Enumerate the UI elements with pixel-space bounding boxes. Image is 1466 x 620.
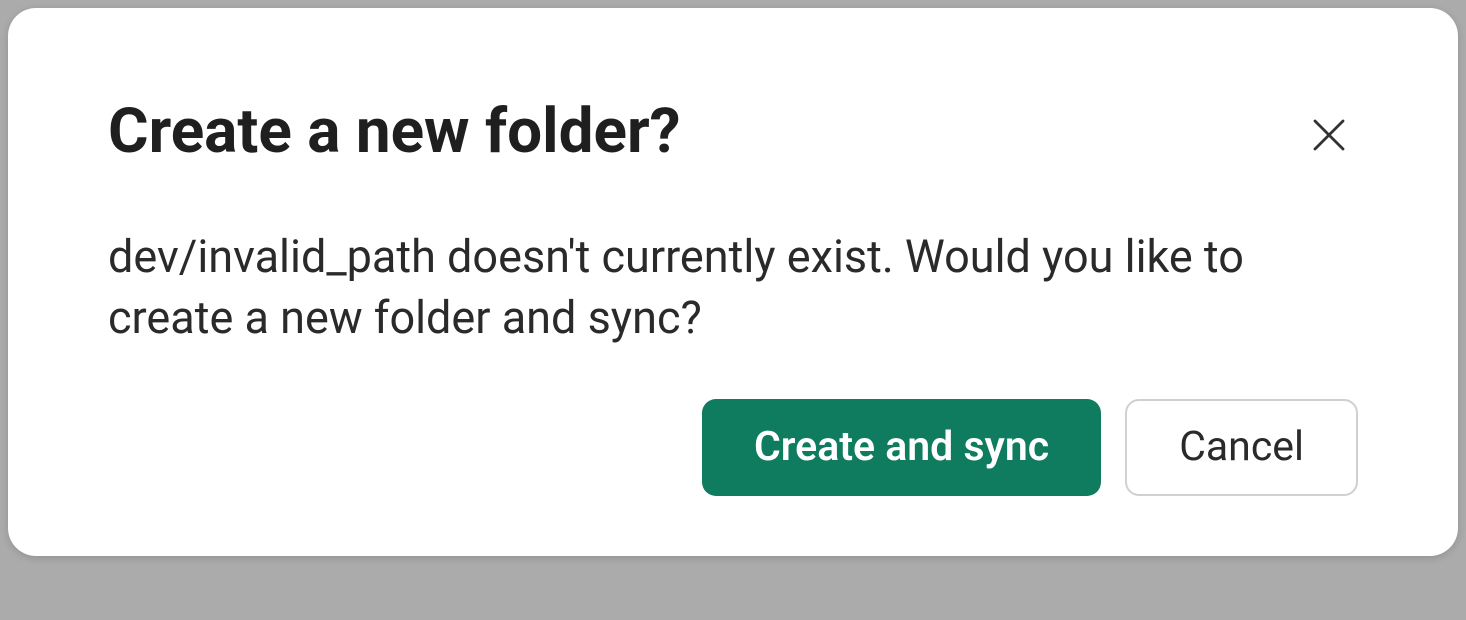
dialog-footer: Create and sync Cancel [108,399,1358,496]
dialog-message: dev/invalid_path doesn't currently exist… [108,227,1358,349]
dialog-header: Create a new folder? [108,98,1358,167]
cancel-button[interactable]: Cancel [1125,399,1358,496]
close-button[interactable] [1300,106,1358,167]
close-icon [1308,114,1350,159]
create-folder-dialog: Create a new folder? dev/invalid_path do… [8,8,1458,556]
create-and-sync-button[interactable]: Create and sync [702,399,1101,496]
dialog-title: Create a new folder? [108,98,681,166]
